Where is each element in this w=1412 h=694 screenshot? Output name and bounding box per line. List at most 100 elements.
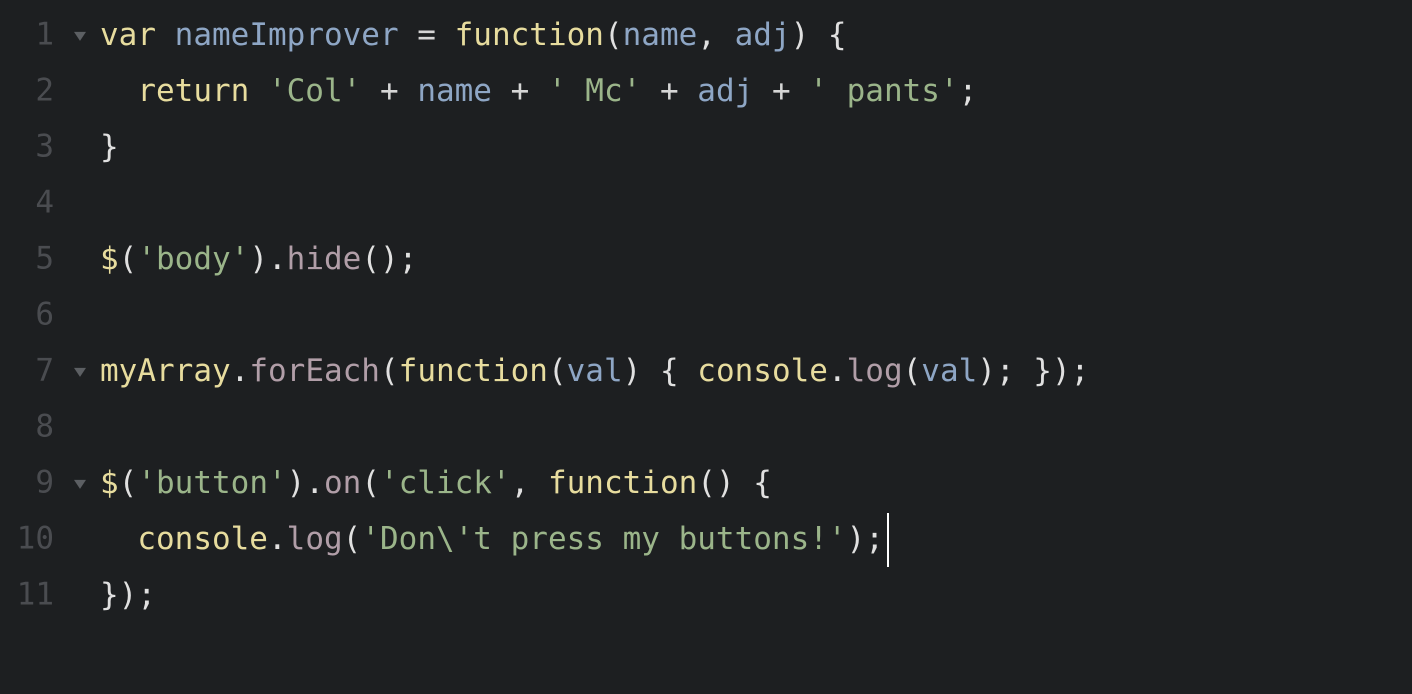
code-text[interactable]: }); — [100, 567, 156, 623]
code-token: val — [566, 353, 623, 389]
code-line[interactable]: 11}); — [0, 567, 1412, 623]
code-token: log — [286, 520, 343, 557]
line-number: 7 — [35, 352, 54, 389]
code-token: ( — [118, 465, 138, 501]
code-line[interactable]: 3} — [0, 119, 1412, 175]
code-token: ). — [249, 241, 287, 277]
code-token: , — [510, 465, 548, 501]
code-editor[interactable]: 1 var nameImprover = function(name, adj) … — [0, 0, 1412, 694]
code-line[interactable]: 9 $('button').on('click', function() { — [0, 455, 1412, 511]
fold-toggle-icon[interactable] — [74, 479, 86, 489]
line-gutter: 2 — [0, 63, 100, 119]
line-number: 9 — [35, 464, 54, 501]
code-token: $ — [100, 465, 119, 501]
line-gutter: 7 — [0, 343, 100, 399]
line-gutter: 5 — [0, 231, 100, 287]
code-token: console — [697, 353, 828, 389]
fold-toggle-icon[interactable] — [74, 31, 86, 41]
code-token: adj — [734, 17, 791, 53]
code-token: 'button' — [137, 465, 287, 501]
code-line[interactable]: 7 myArray.forEach(function(val) { console… — [0, 343, 1412, 399]
code-token: var — [100, 17, 156, 53]
code-token: () { — [697, 465, 772, 501]
code-token: on — [323, 465, 362, 501]
code-token: = — [398, 17, 455, 53]
line-number: 11 — [16, 576, 54, 613]
code-token: name — [417, 73, 492, 109]
code-line[interactable]: 2 return 'Col' + name + ' Mc' + adj + ' … — [0, 63, 1412, 119]
code-token: hide — [286, 241, 362, 277]
line-number: 10 — [16, 520, 54, 557]
code-token: ( — [902, 353, 922, 389]
code-token: (); — [361, 241, 418, 277]
code-token: myArray — [100, 353, 231, 389]
code-token: log — [846, 353, 903, 389]
code-token: ); }); — [977, 353, 1090, 389]
code-token: + — [361, 73, 418, 109]
line-number: 2 — [35, 72, 54, 109]
code-token: $ — [100, 241, 119, 277]
code-token: function — [454, 17, 604, 53]
fold-toggle-icon[interactable] — [74, 367, 86, 377]
code-token: 'body' — [137, 241, 250, 277]
code-token: name — [622, 17, 698, 53]
code-token: val — [921, 353, 978, 389]
code-token: . — [827, 353, 847, 389]
code-text[interactable]: myArray.forEach(function(val) { console.… — [100, 343, 1089, 399]
code-token: function — [398, 353, 548, 389]
code-token: ); — [846, 520, 884, 557]
code-token: function — [547, 465, 698, 501]
code-token: ( — [361, 465, 380, 501]
line-number: 8 — [35, 408, 54, 445]
code-text[interactable]: console.log('Don\'t press my buttons!'); — [100, 511, 889, 568]
line-gutter: 11 — [0, 567, 100, 623]
code-token: ( — [342, 520, 362, 557]
line-gutter: 8 — [0, 399, 100, 455]
code-token: ; — [958, 73, 978, 109]
code-line[interactable]: 8 — [0, 399, 1412, 455]
code-text[interactable]: $('button').on('click', function() { — [100, 455, 772, 511]
line-gutter: 1 — [0, 7, 100, 63]
code-text[interactable]: return 'Col' + name + ' Mc' + adj + ' pa… — [100, 63, 977, 119]
code-token: 'Don\'t press my buttons!' — [361, 520, 847, 557]
code-token: ( — [547, 353, 567, 389]
line-number: 6 — [35, 296, 54, 333]
code-token: forEach — [249, 353, 380, 389]
code-line[interactable]: 1 var nameImprover = function(name, adj) … — [0, 7, 1412, 63]
line-number: 4 — [35, 184, 54, 221]
text-cursor — [886, 513, 889, 568]
code-text[interactable]: var nameImprover = function(name, adj) { — [100, 7, 847, 63]
line-number: 5 — [35, 240, 54, 277]
code-line[interactable]: 5 $('body').hide(); — [0, 231, 1412, 287]
line-gutter: 4 — [0, 175, 100, 231]
code-token: ' pants' — [809, 73, 959, 109]
line-number: 1 — [35, 16, 54, 53]
code-text[interactable]: $('body').hide(); — [100, 231, 417, 287]
code-token: ( — [379, 353, 399, 389]
code-token: + — [641, 73, 698, 109]
code-token: ( — [118, 241, 138, 277]
code-line[interactable]: 4 — [0, 175, 1412, 231]
code-token: ) { — [790, 17, 847, 53]
code-token: . — [230, 353, 250, 389]
code-token: nameImprover — [174, 17, 399, 53]
code-token: ' Mc' — [547, 73, 642, 109]
code-token: , — [697, 17, 735, 53]
code-token: + — [491, 73, 548, 109]
code-token: 'click' — [379, 465, 511, 501]
code-line[interactable]: 10 console.log('Don\'t press my buttons!… — [0, 511, 1412, 568]
line-number: 3 — [35, 128, 54, 165]
code-token: } — [100, 129, 119, 165]
code-token: . — [267, 520, 287, 557]
code-text[interactable]: } — [100, 119, 119, 175]
code-token: ). — [286, 465, 324, 501]
line-gutter: 3 — [0, 119, 100, 175]
code-token: 'Col' — [267, 73, 362, 109]
code-token: + — [753, 73, 810, 109]
code-token: ) { — [622, 353, 698, 389]
code-line[interactable]: 6 — [0, 287, 1412, 343]
